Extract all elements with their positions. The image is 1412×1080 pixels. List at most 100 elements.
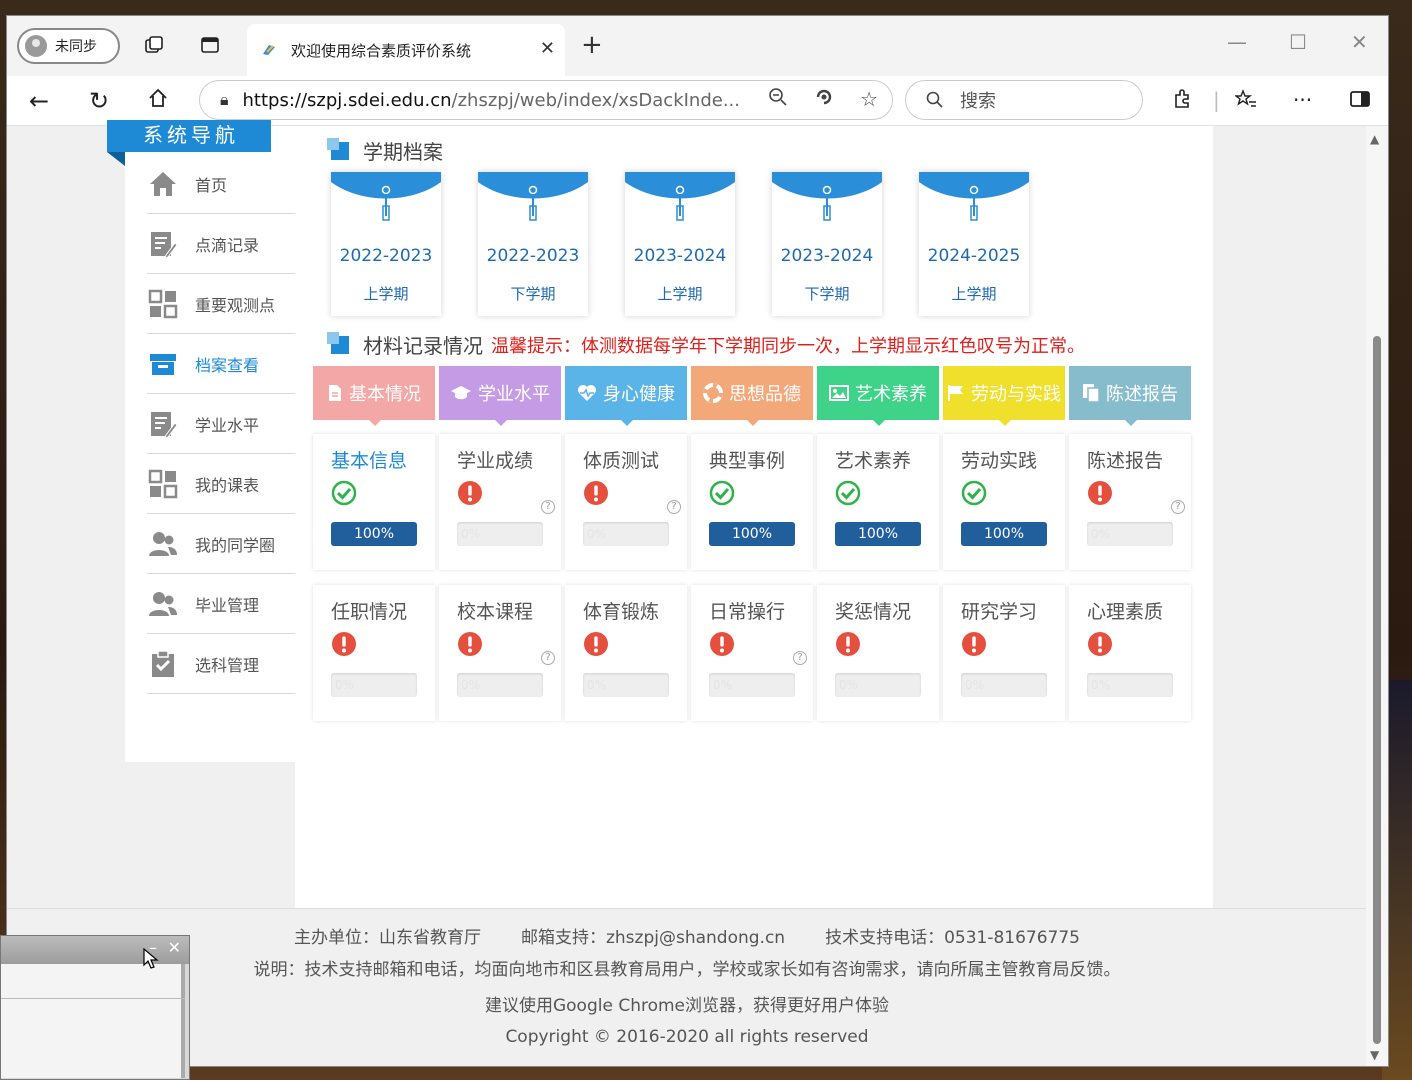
lock-icon[interactable]: 🔒︎ xyxy=(220,90,229,110)
category-tab-6[interactable]: 陈述报告 xyxy=(1069,366,1191,426)
tab-close-icon[interactable]: ✕ xyxy=(540,38,555,59)
favorites-icon[interactable] xyxy=(1233,88,1257,115)
scroll-thumb[interactable] xyxy=(1373,336,1381,1044)
semester-card[interactable]: 2023-2024 上学期 xyxy=(625,172,735,316)
sidebar-item-5[interactable]: 我的课表 xyxy=(147,454,295,514)
image-icon xyxy=(829,385,849,401)
page-content: 系统导航 首页 点滴记录 重要观测点 档案查看 学业水平 我的课表 我的同学圈 … xyxy=(7,120,1367,1066)
record-card[interactable]: 日常操行 ? 0% xyxy=(691,585,813,721)
record-progress-label: 0% xyxy=(461,678,481,692)
page-scrollbar[interactable]: ▲ ▼ xyxy=(1366,126,1388,1066)
exclamation-circle-icon xyxy=(457,631,483,657)
category-tab-4[interactable]: 艺术素养 xyxy=(817,366,939,426)
record-title: 校本课程 xyxy=(457,601,534,623)
favorite-star-icon[interactable]: ☆ xyxy=(860,87,878,112)
record-card[interactable]: 研究学习 0% xyxy=(943,585,1065,721)
sidebar-toggle-icon[interactable] xyxy=(1349,88,1371,115)
footer-browser-tip: 建议使用Google Chrome浏览器，获得更好用户体验 xyxy=(484,996,890,1016)
sidebar-item-3[interactable]: 档案查看 xyxy=(147,334,295,394)
graduation-cap-icon xyxy=(450,385,472,401)
envelope-flap-icon xyxy=(919,172,1029,221)
help-icon[interactable]: ? xyxy=(1171,500,1185,514)
record-card[interactable]: 典型事例 100% xyxy=(691,434,813,570)
mouse-cursor-icon xyxy=(143,948,159,969)
more-menu-icon[interactable]: ··· xyxy=(1293,88,1312,112)
record-progress-label: 0% xyxy=(1091,678,1111,692)
record-card[interactable]: 任职情况 0% xyxy=(313,585,435,721)
record-card[interactable]: 校本课程 ? 0% xyxy=(439,585,561,721)
record-card[interactable]: 体质测试 ? 0% xyxy=(565,434,687,570)
exclamation-circle-icon xyxy=(1087,631,1113,657)
category-tab-2[interactable]: 身心健康 xyxy=(565,366,687,426)
help-icon[interactable]: ? xyxy=(793,651,807,665)
exclamation-circle-icon xyxy=(583,480,609,506)
users-icon xyxy=(147,528,179,560)
record-card[interactable]: 体育锻炼 0% xyxy=(565,585,687,721)
envelope-flap-icon xyxy=(331,172,441,221)
help-icon[interactable]: ? xyxy=(667,500,681,514)
overlapping-window[interactable]: – ✕ xyxy=(0,935,190,1080)
page-footer: 主办单位：山东省教育厅 邮箱支持：zhszpj@shandong.cn 技术支持… xyxy=(7,908,1367,1066)
home-browser-icon[interactable] xyxy=(147,86,169,116)
search-input[interactable]: 搜索 xyxy=(905,80,1143,120)
category-tab-0[interactable]: 基本情况 xyxy=(313,366,435,426)
record-card[interactable]: 劳动实践 100% xyxy=(943,434,1065,570)
sidebar-item-7[interactable]: 毕业管理 xyxy=(147,574,295,634)
close-icon[interactable]: ✕ xyxy=(168,938,181,957)
sidebar-item-6[interactable]: 我的同学圈 xyxy=(147,514,295,574)
profile-button[interactable]: 未同步 xyxy=(17,28,120,64)
sidebar-item-label: 点滴记录 xyxy=(195,235,260,255)
semester-card[interactable]: 2022-2023 下学期 xyxy=(478,172,588,316)
extensions-icon[interactable] xyxy=(1171,88,1193,115)
semester-card[interactable]: 2024-2025 上学期 xyxy=(919,172,1029,316)
help-icon[interactable]: ? xyxy=(541,500,555,514)
record-card[interactable]: 基本信息 100% xyxy=(313,434,435,570)
help-icon[interactable]: ? xyxy=(541,651,555,665)
record-progress-label: 0% xyxy=(713,678,733,692)
record-card[interactable]: 学业成绩 ? 0% xyxy=(439,434,561,570)
record-card[interactable]: 奖惩情况 0% xyxy=(817,585,939,721)
overlapping-window-titlebar[interactable]: – ✕ xyxy=(1,936,189,964)
category-tab-label: 身心健康 xyxy=(603,384,675,405)
semester-card[interactable]: 2022-2023 上学期 xyxy=(331,172,441,316)
maximize-icon[interactable]: ☐ xyxy=(1289,30,1307,54)
category-tab-1[interactable]: 学业水平 xyxy=(439,366,561,426)
record-progress-label: 0% xyxy=(1091,527,1111,541)
read-aloud-icon[interactable] xyxy=(814,87,834,112)
workspaces-icon[interactable] xyxy=(143,34,165,56)
zoom-icon[interactable] xyxy=(768,87,788,112)
sidebar-item-label: 重要观测点 xyxy=(195,295,276,315)
tab-active[interactable]: 欢迎使用综合素质评价系统 ✕ xyxy=(247,24,565,76)
category-tab-3[interactable]: 思想品德 xyxy=(691,366,813,426)
record-card[interactable]: 艺术素养 100% xyxy=(817,434,939,570)
address-bar[interactable]: 🔒︎ https://szpj.sdei.edu.cn /zhszpj/web/… xyxy=(199,80,893,120)
record-progress-label: 100% xyxy=(983,526,1025,542)
sidebar-item-8[interactable]: 选科管理 xyxy=(147,634,295,694)
copy-icon xyxy=(1082,383,1100,403)
sidebar-title: 系统导航 xyxy=(107,120,271,166)
category-tab-5[interactable]: 劳动与实践 xyxy=(943,366,1065,426)
footer-note: 说明：技术支持邮箱和电话，均面向地市和区县教育局用户，学校或家长如有咨询需求，请… xyxy=(253,960,1121,980)
section-square-icon xyxy=(327,137,349,160)
close-window-icon[interactable]: ✕ xyxy=(1351,30,1368,54)
exclamation-circle-icon xyxy=(835,631,861,657)
minimize-icon[interactable]: — xyxy=(1227,30,1247,54)
edit-doc-icon xyxy=(147,408,179,440)
record-progress-label: 0% xyxy=(587,678,607,692)
sidebar-item-2[interactable]: 重要观测点 xyxy=(147,274,295,334)
record-card[interactable]: 心理素质 0% xyxy=(1069,585,1191,721)
tab-actions-icon[interactable] xyxy=(199,34,221,56)
refresh-icon[interactable]: ↻ xyxy=(89,86,109,116)
scroll-up-icon[interactable]: ▲ xyxy=(1370,132,1379,146)
footer-phone: 技术支持电话：0531-81676775 xyxy=(825,928,1081,948)
semester-card[interactable]: 2023-2024 下学期 xyxy=(772,172,882,316)
scroll-down-icon[interactable]: ▼ xyxy=(1370,1048,1379,1062)
record-card[interactable]: 陈述报告 ? 0% xyxy=(1069,434,1191,570)
back-icon[interactable]: ← xyxy=(29,86,49,116)
semester-section-title: 学期档案 xyxy=(363,140,443,164)
sidebar-item-1[interactable]: 点滴记录 xyxy=(147,214,295,274)
sidebar-item-0[interactable]: 首页 xyxy=(147,154,295,214)
new-tab-icon[interactable]: + xyxy=(581,32,603,58)
main-panel: 学期档案 2022-2023 上学期 2022-2023 下学期 2023-20… xyxy=(295,126,1213,908)
sidebar-item-4[interactable]: 学业水平 xyxy=(147,394,295,454)
